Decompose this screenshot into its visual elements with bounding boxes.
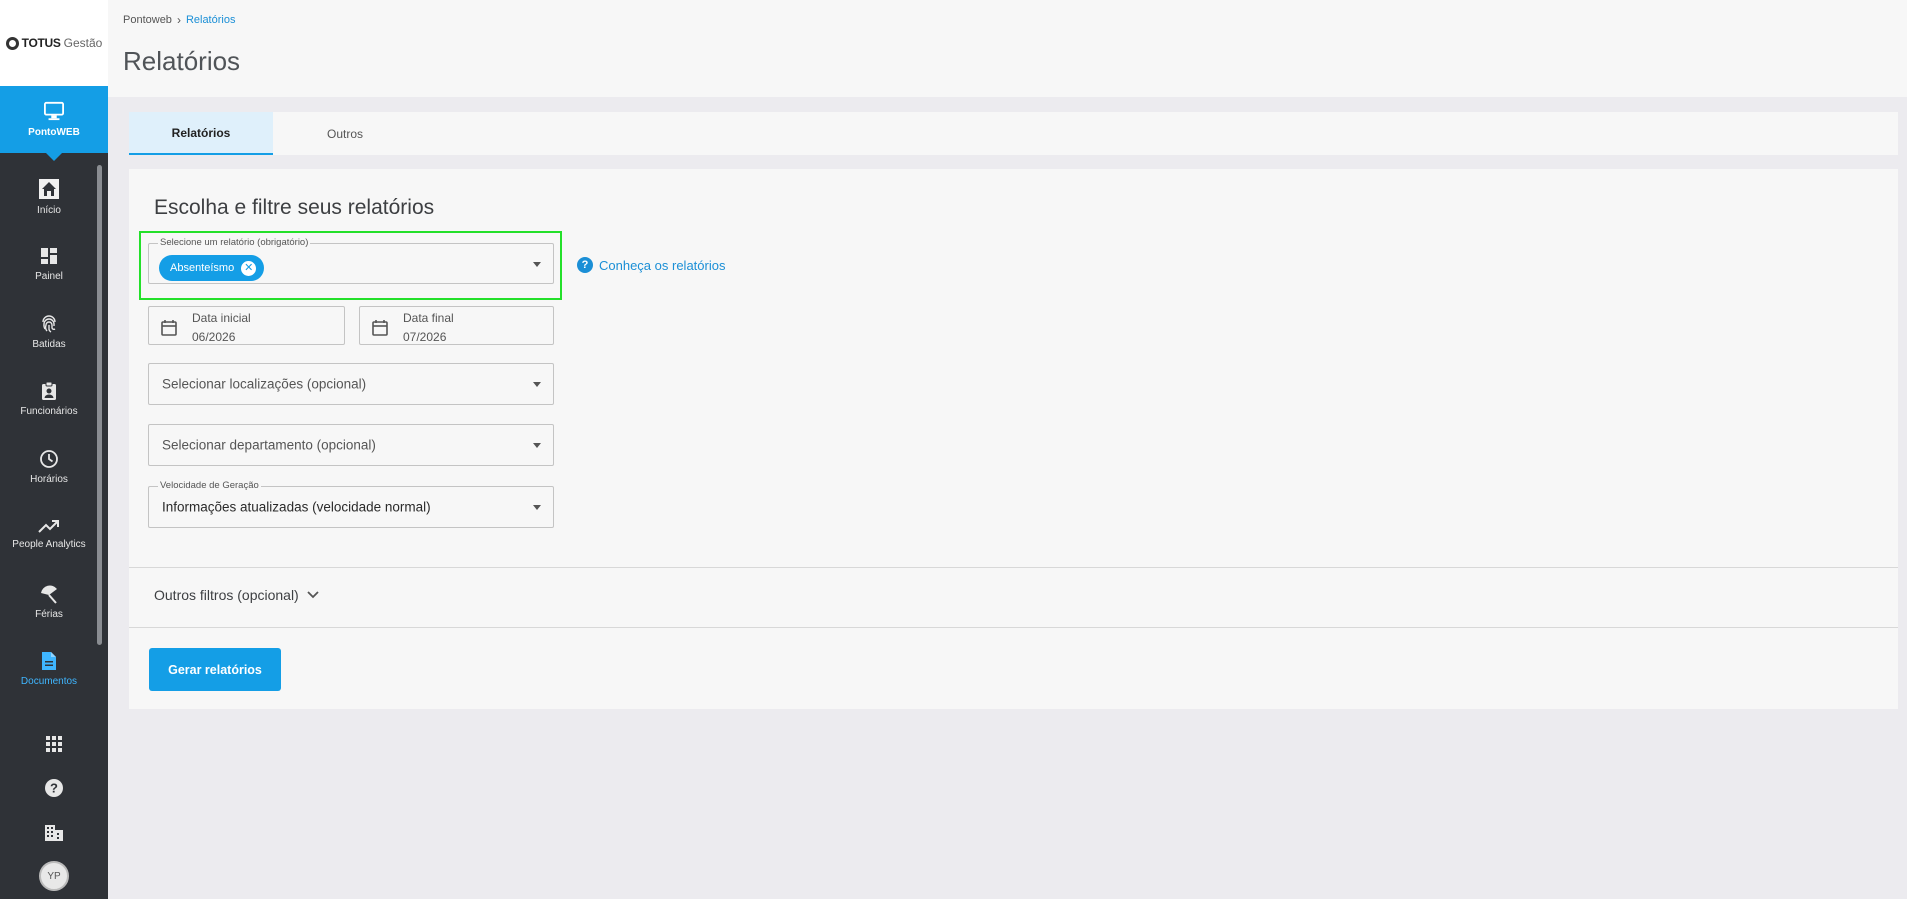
sidebar-item-horarios[interactable]: Horários bbox=[0, 433, 98, 501]
totvs-logo[interactable]: TOTUS Gestão bbox=[0, 0, 108, 86]
logo-product: Gestão bbox=[63, 36, 103, 50]
monitor-icon bbox=[44, 101, 64, 121]
chevron-down-icon bbox=[307, 591, 319, 599]
sidebar-nav: Início Painel Batidas Funcionários Horár… bbox=[0, 163, 98, 703]
divider bbox=[129, 567, 1898, 568]
dashboard-icon bbox=[41, 248, 57, 265]
tab-bar: Relatórios Outros bbox=[129, 112, 1898, 155]
end-date-value: 07/2026 bbox=[403, 330, 447, 344]
tab-relatorios[interactable]: Relatórios bbox=[129, 112, 273, 155]
breadcrumb-current[interactable]: Relatórios bbox=[186, 14, 236, 26]
locations-select[interactable]: Selecionar localizações (opcional) bbox=[148, 363, 554, 405]
chevron-down-icon[interactable] bbox=[533, 443, 541, 448]
app-label: PontoWEB bbox=[28, 127, 80, 138]
department-placeholder: Selecionar departamento (opcional) bbox=[162, 437, 376, 453]
svg-text:?: ? bbox=[50, 781, 58, 796]
speed-select[interactable]: Velocidade de Geração Informações atuali… bbox=[148, 480, 554, 528]
help-link-label: Conheça os relatórios bbox=[599, 257, 726, 273]
start-date-label: Data inicial bbox=[192, 311, 251, 325]
report-select[interactable]: Selecione um relatório (obrigatório) Abs… bbox=[148, 237, 554, 284]
end-date-field[interactable]: Data final 07/2026 bbox=[359, 306, 554, 345]
end-date-label: Data final bbox=[403, 311, 454, 325]
calendar-icon bbox=[372, 320, 388, 336]
apps-button[interactable] bbox=[46, 722, 62, 766]
breadcrumb-parent[interactable]: Pontoweb bbox=[123, 14, 172, 26]
home-icon bbox=[39, 178, 59, 199]
sidebar-item-label: Férias bbox=[35, 608, 63, 620]
sidebar-item-batidas[interactable]: Batidas bbox=[0, 298, 98, 366]
sidebar-item-label: Horários bbox=[30, 473, 68, 485]
start-date-value: 06/2026 bbox=[192, 330, 236, 344]
sidebar-bottom: ? YP bbox=[0, 722, 108, 898]
help-button[interactable]: ? bbox=[44, 766, 64, 810]
report-filter-card: Escolha e filtre seus relatórios Selecio… bbox=[129, 169, 1898, 709]
trending-up-icon bbox=[38, 520, 59, 533]
sidebar-item-label: Documentos bbox=[20, 676, 78, 688]
fingerprint-icon bbox=[42, 315, 56, 333]
report-chip-label: Absenteísmo bbox=[170, 262, 235, 274]
chevron-down-icon[interactable] bbox=[533, 505, 541, 510]
help-icon: ? bbox=[45, 779, 63, 797]
umbrella-icon bbox=[41, 585, 57, 604]
sidebar-item-label: Início bbox=[37, 204, 61, 216]
app-switch-pontoweb[interactable]: PontoWEB bbox=[0, 86, 108, 161]
other-filters-toggle[interactable]: Outros filtros (opcional) bbox=[154, 587, 319, 603]
divider bbox=[129, 627, 1898, 628]
clock-icon bbox=[40, 449, 58, 468]
page-header: Pontoweb › Relatórios Relatórios bbox=[108, 0, 1907, 97]
sidebar: TOTUS Gestão PontoWEB Início Painel Bati… bbox=[0, 0, 108, 899]
calendar-icon bbox=[161, 320, 177, 336]
sidebar-item-inicio[interactable]: Início bbox=[0, 163, 98, 231]
remove-chip-icon[interactable]: ✕ bbox=[241, 260, 257, 276]
report-chip: Absenteísmo ✕ bbox=[159, 255, 265, 281]
company-button[interactable] bbox=[44, 810, 64, 854]
chevron-down-icon[interactable] bbox=[533, 261, 541, 267]
generate-reports-button[interactable]: Gerar relatórios bbox=[149, 648, 281, 691]
sidebar-item-ferias[interactable]: Férias bbox=[0, 568, 98, 636]
help-circle-icon: ? bbox=[577, 257, 593, 273]
building-icon bbox=[45, 825, 63, 841]
help-link-reports[interactable]: ? Conheça os relatórios bbox=[577, 257, 725, 273]
grid-icon bbox=[46, 736, 62, 752]
breadcrumb: Pontoweb › Relatórios bbox=[123, 13, 235, 27]
logo-brand: TOTUS bbox=[21, 36, 61, 50]
sidebar-item-funcionarios[interactable]: Funcionários bbox=[0, 366, 98, 434]
sidebar-item-painel[interactable]: Painel bbox=[0, 231, 98, 299]
sidebar-item-label: Batidas bbox=[32, 338, 66, 350]
sidebar-item-label: Funcionários bbox=[20, 406, 78, 418]
chevron-right-icon: › bbox=[176, 13, 181, 27]
locations-placeholder: Selecionar localizações (opcional) bbox=[162, 376, 367, 392]
chevron-down-icon[interactable] bbox=[533, 382, 541, 387]
avatar: YP bbox=[39, 861, 69, 891]
sidebar-item-label: People Analytics bbox=[12, 539, 86, 551]
user-menu[interactable]: YP bbox=[39, 854, 69, 898]
sidebar-item-label: Painel bbox=[35, 271, 63, 283]
badge-icon bbox=[42, 381, 56, 401]
department-select[interactable]: Selecionar departamento (opcional) bbox=[148, 424, 554, 466]
speed-legend: Velocidade de Geração bbox=[158, 480, 261, 491]
form-title: Escolha e filtre seus relatórios bbox=[154, 196, 435, 219]
sidebar-item-documentos[interactable]: Documentos bbox=[0, 636, 98, 704]
sidebar-scrollbar[interactable] bbox=[97, 165, 102, 645]
tab-outros[interactable]: Outros bbox=[273, 112, 417, 155]
report-select-legend: Selecione um relatório (obrigatório) bbox=[158, 237, 311, 248]
speed-value: Informações atualizadas (velocidade norm… bbox=[162, 499, 431, 515]
sidebar-item-people-analytics[interactable]: People Analytics bbox=[0, 501, 98, 569]
document-icon bbox=[42, 652, 56, 671]
start-date-field[interactable]: Data inicial 06/2026 bbox=[148, 306, 345, 345]
other-filters-label: Outros filtros (opcional) bbox=[154, 587, 299, 603]
page-title: Relatórios bbox=[123, 46, 241, 76]
logo-mark-icon bbox=[5, 36, 19, 50]
